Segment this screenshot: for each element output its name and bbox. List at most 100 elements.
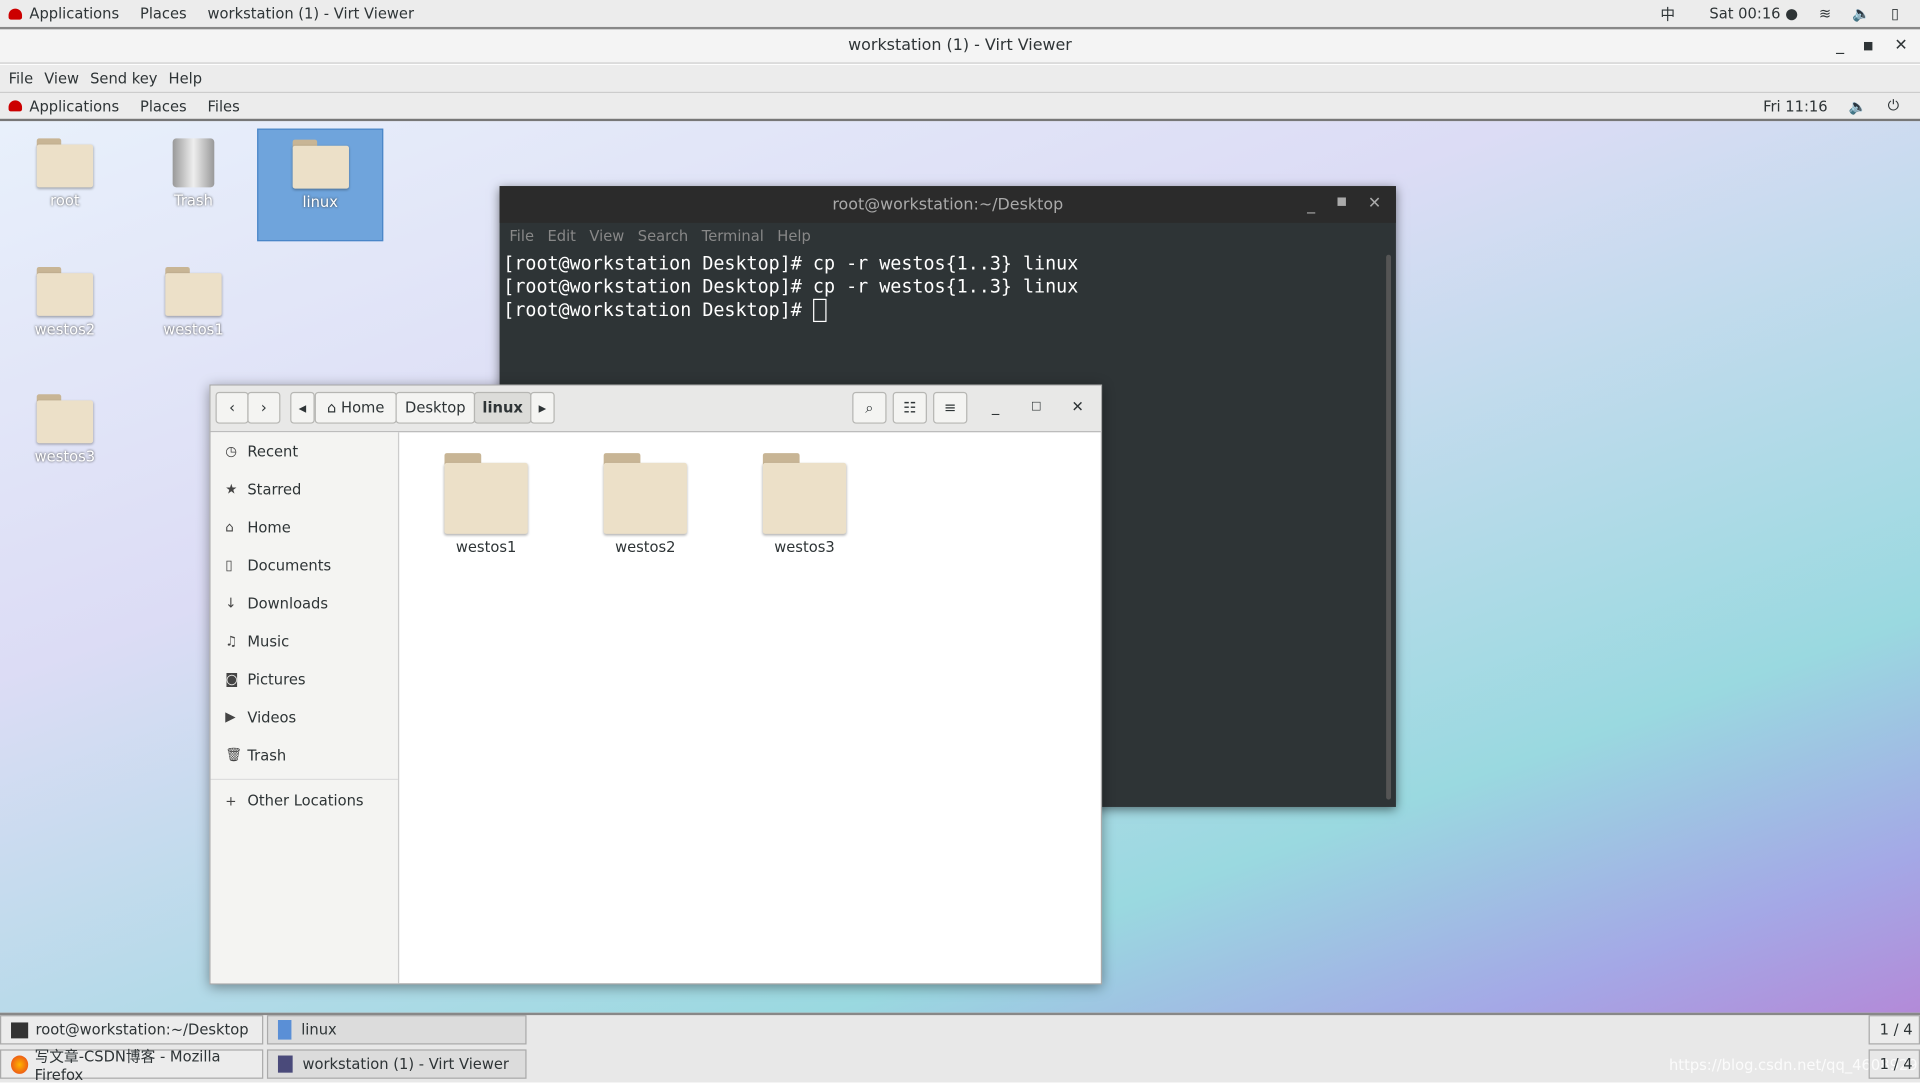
desktop-icon-westos2[interactable]: westos2 xyxy=(13,266,116,338)
forward-button[interactable]: › xyxy=(247,391,281,424)
wifi-icon[interactable]: ≋ xyxy=(1819,5,1831,22)
sidebar-item-videos[interactable]: ▶ Videos xyxy=(211,698,398,736)
task-label: linux xyxy=(301,1021,337,1039)
sidebar-item-documents[interactable]: ▯ Documents xyxy=(211,546,398,584)
video-icon: ▶ xyxy=(225,708,236,725)
folder-icon xyxy=(36,394,94,444)
menu-file[interactable]: File xyxy=(9,70,34,87)
terminal-close[interactable]: ✕ xyxy=(1368,195,1381,213)
folder-item-westos2[interactable]: westos2 xyxy=(590,453,700,556)
volume-icon[interactable]: 🔈 xyxy=(1848,97,1866,114)
close-button[interactable]: ✕ xyxy=(1894,37,1907,55)
terminal-menu-view[interactable]: View xyxy=(589,228,624,245)
breadcrumb-desktop[interactable]: Desktop xyxy=(395,391,476,424)
sidebar-item-pictures[interactable]: ◙ Pictures xyxy=(211,660,398,698)
guest-files-menu[interactable]: Files xyxy=(208,97,240,114)
terminal-minimize[interactable]: _ xyxy=(1307,196,1315,214)
host-clock[interactable]: Sat 00:16 ● xyxy=(1709,5,1798,22)
host-places-menu[interactable]: Places xyxy=(140,5,187,22)
monitor-icon xyxy=(277,1055,293,1073)
menu-send-key[interactable]: Send key xyxy=(90,70,157,87)
terminal-title: root@workstation:~/Desktop xyxy=(832,195,1064,214)
sidebar-item-music[interactable]: ♫ Music xyxy=(211,622,398,660)
host-top-bar: Applications Places workstation (1) - Vi… xyxy=(0,0,1920,30)
file-manager-window[interactable]: ‹ › ◀ ⌂ Home Desktop linux ▶ ⌕ ☷ ≡ _ □ ✕… xyxy=(209,384,1103,985)
guest-clock[interactable]: Fri 11:16 xyxy=(1763,97,1828,114)
breadcrumb-label: Desktop xyxy=(405,399,466,417)
host-window-menu[interactable]: workstation (1) - Virt Viewer xyxy=(208,5,415,22)
sidebar-item-other-locations[interactable]: + Other Locations xyxy=(210,778,398,822)
menu-view[interactable]: View xyxy=(44,70,79,87)
file-manager-header: ‹ › ◀ ⌂ Home Desktop linux ▶ ⌕ ☷ ≡ _ □ ✕ xyxy=(210,385,1101,433)
search-button[interactable]: ⌕ xyxy=(852,391,887,424)
terminal-menu-search[interactable]: Search xyxy=(638,228,688,245)
folder-icon xyxy=(36,266,94,316)
desktop-icon-trash[interactable]: Trash xyxy=(142,138,245,209)
sidebar-item-recent[interactable]: ◷ Recent xyxy=(211,432,398,470)
terminal-menu-file[interactable]: File xyxy=(509,228,534,245)
task-label: workstation (1) - Virt Viewer xyxy=(302,1055,509,1073)
breadcrumb-label: linux xyxy=(482,399,523,417)
desktop-icon-westos3[interactable]: westos3 xyxy=(13,394,116,465)
guest-applications-menu[interactable]: Applications xyxy=(29,97,119,114)
desktop-icon-linux[interactable]: linux xyxy=(257,128,384,242)
terminal-title-bar[interactable]: root@workstation:~/Desktop _ ■ ✕ xyxy=(499,186,1396,223)
maximize-button[interactable]: ■ xyxy=(1863,40,1873,52)
sidebar-item-downloads[interactable]: ↓ Downloads xyxy=(211,584,398,622)
host-applications-menu[interactable]: Applications xyxy=(29,5,119,22)
guest-workspace-pager[interactable]: 1 / 4 xyxy=(1868,1015,1920,1045)
terminal-menu-edit[interactable]: Edit xyxy=(547,228,575,245)
terminal-maximize[interactable]: ■ xyxy=(1337,196,1347,208)
fm-minimize[interactable]: _ xyxy=(992,398,999,415)
host-task-firefox[interactable]: 写文章-CSDN博客 - Mozilla Firefox xyxy=(0,1048,264,1083)
sidebar-item-trash[interactable]: 🗑 Trash xyxy=(211,736,398,774)
menu-button[interactable]: ≡ xyxy=(933,391,968,424)
fm-close[interactable]: ✕ xyxy=(1071,398,1083,415)
back-button[interactable]: ‹ xyxy=(215,391,249,424)
guest-top-bar: Applications Places Files Fri 11:16 🔈 ⏻ xyxy=(0,93,1920,122)
folder-item-westos1[interactable]: westos1 xyxy=(431,453,541,556)
host-workspace-pager[interactable]: 1 / 4 xyxy=(1868,1049,1920,1079)
folder-item-westos3[interactable]: westos3 xyxy=(749,453,859,556)
terminal-scrollbar[interactable] xyxy=(1386,254,1392,800)
sidebar-item-home[interactable]: ⌂ Home xyxy=(211,508,398,546)
breadcrumb-linux[interactable]: linux xyxy=(473,391,532,424)
battery-icon[interactable]: ▯ xyxy=(1891,5,1899,22)
terminal-output[interactable]: [root@workstation Desktop]# cp -r westos… xyxy=(500,250,1396,325)
fm-maximize[interactable]: □ xyxy=(1031,400,1041,412)
sidebar-label: Music xyxy=(247,632,290,650)
terminal-menu-help[interactable]: Help xyxy=(777,228,811,245)
icon-label: westos3 xyxy=(34,448,96,466)
desktop-icon-westos1[interactable]: westos1 xyxy=(142,266,245,338)
guest-task-linux[interactable]: linux xyxy=(266,1015,527,1045)
power-icon[interactable]: ⏻ xyxy=(1888,97,1900,115)
view-toggle-button[interactable]: ☷ xyxy=(892,391,927,424)
volume-icon[interactable]: 🔈 xyxy=(1852,5,1870,22)
cursor xyxy=(812,298,827,323)
path-right-button[interactable]: ▶ xyxy=(530,391,555,424)
sidebar-item-starred[interactable]: ★ Starred xyxy=(211,470,398,508)
sidebar-label: Trash xyxy=(247,746,287,764)
terminal-icon xyxy=(11,1021,29,1038)
task-label: root@workstation:~/Desktop xyxy=(35,1021,249,1039)
breadcrumb-home[interactable]: ⌂ Home xyxy=(314,391,397,424)
guest-places-menu[interactable]: Places xyxy=(140,97,187,114)
list-view-icon: ☷ xyxy=(903,399,917,417)
music-icon: ♫ xyxy=(225,633,238,649)
home-icon: ⌂ xyxy=(327,399,342,417)
terminal-menu-terminal[interactable]: Terminal xyxy=(702,228,764,245)
window-title: workstation (1) - Virt Viewer xyxy=(848,36,1072,56)
input-method-indicator[interactable]: 中 xyxy=(1660,3,1675,24)
minimize-button[interactable]: _ xyxy=(1836,37,1844,55)
terminal-line: [root@workstation Desktop]# cp -r westos… xyxy=(503,252,1079,275)
folder-icon xyxy=(603,453,687,534)
path-left-button[interactable]: ◀ xyxy=(290,391,315,424)
clock-icon: ◷ xyxy=(225,443,238,460)
redhat-icon xyxy=(8,100,23,112)
desktop-icon-root[interactable]: root xyxy=(13,138,116,209)
menu-help[interactable]: Help xyxy=(169,70,203,87)
viewer-menu-bar: File View Send key Help xyxy=(0,64,1920,94)
host-task-virt-viewer[interactable]: workstation (1) - Virt Viewer xyxy=(266,1049,527,1079)
guest-task-terminal[interactable]: root@workstation:~/Desktop xyxy=(0,1015,264,1045)
folder-label: westos2 xyxy=(615,538,676,556)
